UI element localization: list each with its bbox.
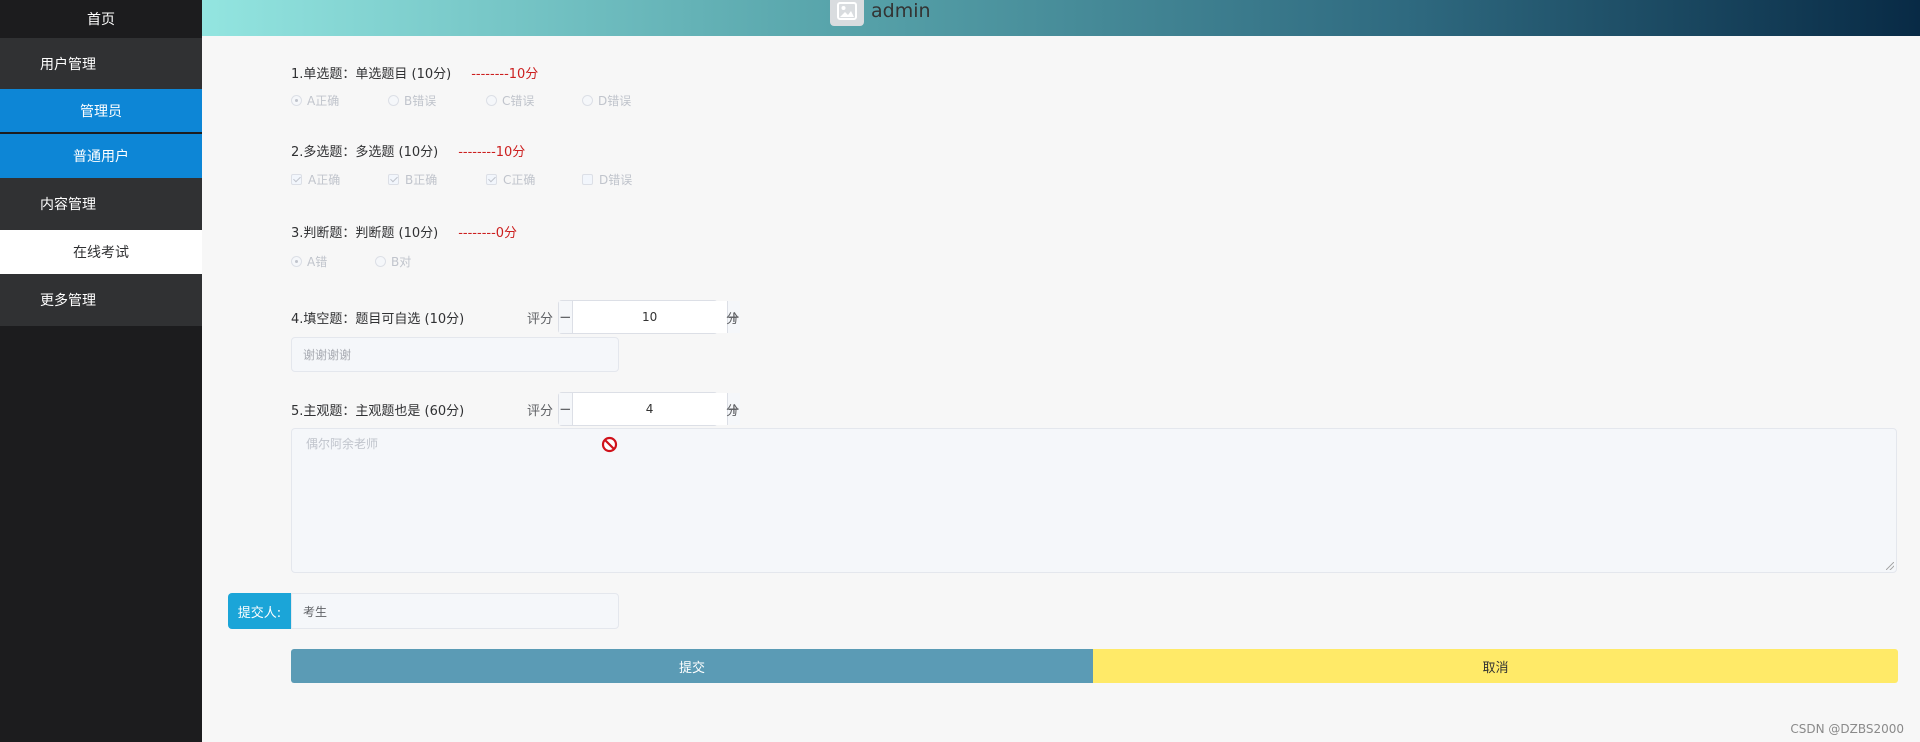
- question-5-title: 5.主观题：主观题也是 (60分): [291, 404, 465, 419]
- question-2-option-c[interactable]: C正确: [486, 171, 535, 188]
- nav-admin-label: 管理员: [80, 103, 122, 120]
- nav-content-management-label: 内容管理: [40, 197, 96, 213]
- submitter-label: 提交人:: [228, 593, 291, 629]
- checkbox-icon: [582, 174, 593, 185]
- question-5-answer-textarea[interactable]: 偶尔阿余老师: [291, 428, 1897, 573]
- question-3-title: 3.判断题：判断题 (10分) --------0分: [291, 222, 517, 241]
- question-2-option-d[interactable]: D错误: [582, 171, 632, 188]
- submitter-input[interactable]: 考生: [291, 593, 619, 629]
- image-placeholder-icon: [837, 2, 857, 20]
- question-1-title: 1.单选题：单选题目 (10分) --------10分: [291, 63, 538, 82]
- minus-icon: −: [559, 308, 572, 326]
- option-label: D错误: [599, 173, 633, 187]
- nav-online-exam[interactable]: 在线考试: [0, 230, 202, 274]
- nav-admin[interactable]: 管理员: [0, 89, 202, 132]
- cancel-button[interactable]: 取消: [1093, 649, 1898, 683]
- nav-normal-user-label: 普通用户: [73, 149, 129, 165]
- radio-icon: [582, 95, 593, 106]
- option-label: C错误: [502, 94, 535, 108]
- nav-user-management[interactable]: 用户管理: [0, 38, 202, 89]
- decrease-button[interactable]: −: [559, 301, 573, 333]
- question-3-option-a[interactable]: A错: [291, 253, 327, 270]
- radio-icon: [375, 256, 386, 267]
- question-2-score: --------10分: [458, 145, 526, 160]
- question-1-score: --------10分: [471, 67, 539, 82]
- question-4-title: 4.填空题：题目可自选 (10分): [291, 312, 465, 327]
- question-5-unit: 分: [726, 404, 740, 419]
- question-4-score-input[interactable]: [572, 301, 727, 333]
- nav-more-management[interactable]: 更多管理: [0, 274, 202, 326]
- minus-icon: −: [559, 400, 572, 418]
- question-4-score-label: 评分: [527, 312, 554, 327]
- question-2-option-b[interactable]: B正确: [388, 171, 437, 188]
- checkbox-checked-icon: [291, 174, 302, 185]
- question-2-option-a[interactable]: A正确: [291, 171, 340, 188]
- radio-icon: [388, 95, 399, 106]
- nav-online-exam-label: 在线考试: [73, 245, 129, 261]
- exam-content: 1.单选题：单选题目 (10分) --------10分 A正确 B错误 C错误 …: [202, 36, 1920, 742]
- username[interactable]: admin: [871, 0, 931, 22]
- avatar[interactable]: [830, 0, 864, 26]
- question-2-text: 2.多选题：多选题 (10分): [291, 145, 439, 160]
- sidebar: 首页 用户管理 管理员 普通用户 内容管理 在线考试 更多管理: [0, 0, 202, 742]
- nav-user-management-label: 用户管理: [40, 56, 96, 73]
- question-1-option-d[interactable]: D错误: [582, 92, 631, 109]
- question-5-score-input[interactable]: [572, 393, 727, 425]
- question-2-title: 2.多选题：多选题 (10分) --------10分: [291, 141, 525, 160]
- option-label: B错误: [404, 94, 437, 108]
- option-label: B正确: [405, 173, 438, 187]
- question-4-score-stepper: − +: [558, 300, 741, 334]
- nav-content-management[interactable]: 内容管理: [0, 178, 202, 230]
- question-4-answer-input[interactable]: 谢谢谢谢: [291, 337, 619, 372]
- checkbox-checked-icon: [486, 174, 497, 185]
- radio-icon: [486, 95, 497, 106]
- question-1-option-b[interactable]: B错误: [388, 92, 436, 109]
- checkbox-checked-icon: [388, 174, 399, 185]
- question-1-option-a[interactable]: A正确: [291, 92, 339, 109]
- option-label: B对: [391, 255, 412, 269]
- option-label: A错: [307, 255, 328, 269]
- question-3-text: 3.判断题：判断题 (10分): [291, 226, 439, 241]
- option-label: A正确: [308, 173, 341, 187]
- watermark: CSDN @DZBS2000: [1790, 722, 1904, 736]
- question-1-text: 1.单选题：单选题目 (10分): [291, 67, 452, 82]
- question-3-option-b[interactable]: B对: [375, 253, 411, 270]
- question-5-answer-text: 偶尔阿余老师: [306, 437, 379, 451]
- nav-normal-user[interactable]: 普通用户: [0, 134, 202, 178]
- question-3-score: --------0分: [458, 226, 518, 241]
- question-4-unit: 分: [726, 312, 740, 327]
- decrease-button[interactable]: −: [559, 393, 573, 425]
- radio-checked-icon: [291, 95, 302, 106]
- top-header: admin: [202, 0, 1920, 36]
- option-label: A正确: [307, 94, 340, 108]
- not-allowed-cursor-icon: [601, 436, 618, 453]
- nav-home[interactable]: 首页: [0, 0, 202, 38]
- resize-handle-icon[interactable]: [1886, 562, 1894, 570]
- question-5-score-stepper: − +: [558, 392, 741, 426]
- submit-button[interactable]: 提交: [291, 649, 1093, 683]
- nav-home-label: 首页: [87, 12, 115, 28]
- option-label: C正确: [503, 173, 536, 187]
- option-label: D错误: [598, 94, 632, 108]
- radio-checked-icon: [291, 256, 302, 267]
- question-1-option-c[interactable]: C错误: [486, 92, 534, 109]
- question-5-score-label: 评分: [527, 404, 554, 419]
- nav-more-management-label: 更多管理: [40, 293, 96, 309]
